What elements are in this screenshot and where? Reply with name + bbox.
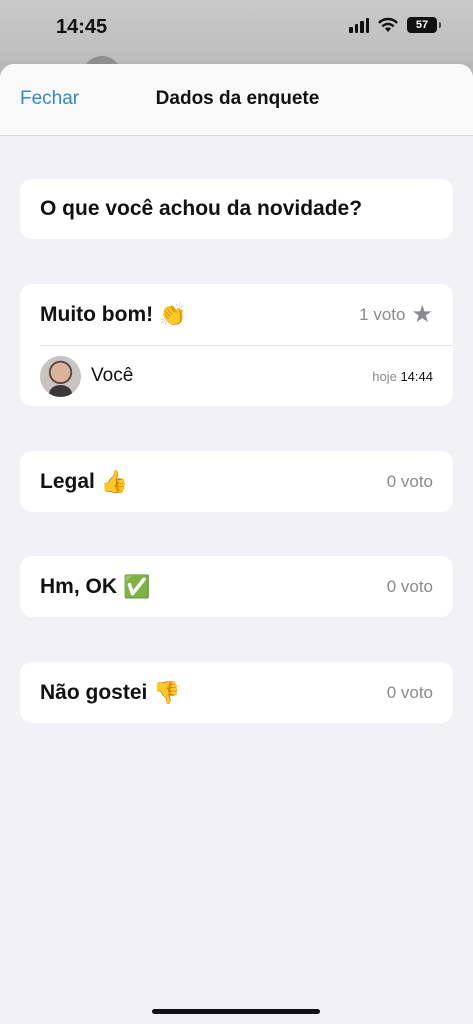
poll-option-votes: 1 voto ★ xyxy=(359,300,433,328)
poll-question-card: O que você achou da novidade? xyxy=(20,179,453,239)
sheet-header: Fechar Dados da enquete xyxy=(0,64,473,136)
poll-details-sheet: Fechar Dados da enquete O que você achou… xyxy=(0,64,473,1024)
clapping-hands-icon: 👏 xyxy=(159,301,187,327)
poll-option-row[interactable]: Muito bom! 👏 1 voto ★ xyxy=(20,284,453,345)
star-icon: ★ xyxy=(411,300,433,328)
poll-option-label: Não gostei 👎 xyxy=(40,679,181,705)
thumbs-down-icon: 👎 xyxy=(153,679,181,705)
home-indicator[interactable] xyxy=(152,1009,320,1014)
sheet-title: Dados da enquete xyxy=(155,88,320,109)
status-time: 14:45 xyxy=(56,16,108,38)
status-bar: 14:45 57 xyxy=(0,0,473,62)
poll-option-card: Legal 👍 0 voto xyxy=(20,451,453,512)
poll-option-card: Hm, OK ✅ 0 voto xyxy=(20,556,453,617)
poll-option-row[interactable]: Hm, OK ✅ 0 voto xyxy=(20,556,453,617)
voter-info: Você xyxy=(40,355,134,397)
check-mark-icon: ✅ xyxy=(123,573,151,599)
poll-option-votes: 0 voto xyxy=(386,576,433,596)
poll-option-votes: 0 voto xyxy=(386,471,433,491)
voter-name: Você xyxy=(91,365,134,386)
cellular-signal-icon xyxy=(349,17,369,33)
poll-option-row[interactable]: Não gostei 👎 0 voto xyxy=(20,662,453,723)
poll-question: O que você achou da novidade? xyxy=(40,197,363,220)
poll-option-row[interactable]: Legal 👍 0 voto xyxy=(20,451,453,512)
poll-option-label: Legal 👍 xyxy=(40,468,129,494)
poll-option-label: Muito bom! 👏 xyxy=(40,301,187,327)
wifi-icon xyxy=(378,17,398,32)
status-icons: 57 xyxy=(349,17,441,33)
poll-option-label: Hm, OK ✅ xyxy=(40,573,151,599)
poll-option-votes: 0 voto xyxy=(386,682,433,702)
battery-icon: 57 xyxy=(407,17,441,33)
poll-option-card: Muito bom! 👏 1 voto ★ Você hoje 14:44 xyxy=(20,284,453,406)
voter-row[interactable]: Você hoje 14:44 xyxy=(20,346,453,406)
avatar xyxy=(40,355,81,397)
poll-option-card: Não gostei 👎 0 voto xyxy=(20,662,453,723)
battery-level: 57 xyxy=(415,19,429,31)
vote-timestamp: hoje 14:44 xyxy=(372,368,433,384)
thumbs-up-icon: 👍 xyxy=(100,468,129,494)
